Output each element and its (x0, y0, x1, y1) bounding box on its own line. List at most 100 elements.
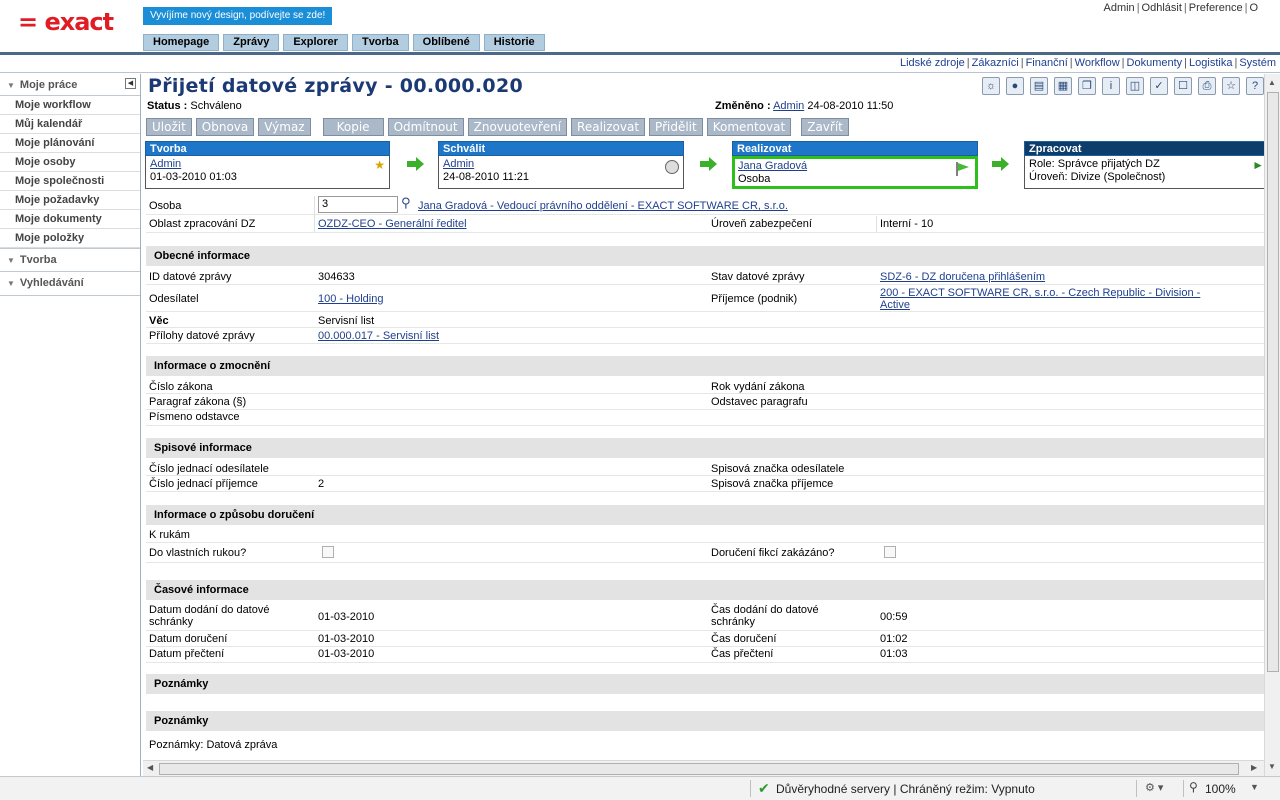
search-icon[interactable]: ⚲ (401, 196, 411, 209)
left-sidebar: ▼ Moje práce ◀ Moje workflow Můj kalendář… (0, 74, 141, 776)
calendar-icon[interactable]: ▦ (1054, 77, 1072, 95)
field-label: Do vlastních rukou? (149, 547, 247, 559)
database-icon[interactable]: ◫ (1126, 77, 1144, 95)
field-value: 01-03-2010 (318, 633, 375, 645)
realize-button[interactable]: Realizovat (571, 118, 646, 136)
module-lidske-zdroje[interactable]: Lidské zdroje (900, 57, 965, 69)
close-button[interactable]: Zavřít (801, 118, 849, 136)
status-value: Schváleno (190, 100, 242, 112)
field-label: Spisová značka odesílatele (711, 463, 845, 475)
osoba-link[interactable]: Jana Gradová - Vedoucí právního oddělení… (418, 200, 788, 212)
module-system[interactable]: Systém (1239, 57, 1276, 69)
workflow-step-title: Schválit (438, 141, 684, 156)
module-logistika[interactable]: Logistika (1189, 57, 1232, 69)
workflow-step-user-link[interactable]: Admin (150, 158, 385, 171)
scroll-down-icon[interactable]: ▼ (1268, 762, 1276, 771)
print-icon[interactable]: ⎙ (1198, 77, 1216, 95)
workflow-step-body: Admin 01-03-2010 01:03 ★ (145, 156, 390, 189)
changed-user-link[interactable]: Admin (773, 100, 804, 112)
document-icon[interactable]: ▤ (1030, 77, 1048, 95)
new-design-banner[interactable]: Vyvíjíme nový design, podívejte se zde! (143, 7, 333, 25)
fikce-checkbox[interactable] (884, 546, 896, 558)
delete-button[interactable]: Výmaz (258, 118, 311, 136)
label-line-1: Čas dodání do datové (711, 604, 819, 616)
excel-export-icon[interactable]: ✓ (1150, 77, 1168, 95)
scroll-right-icon[interactable]: ▶ (1251, 763, 1257, 772)
sidebar-item-moje-workflow[interactable]: Moje workflow (0, 96, 140, 115)
module-financni[interactable]: Finanční (1026, 57, 1068, 69)
tip-bulb-icon[interactable]: ☼ (982, 77, 1000, 95)
prijemce-link[interactable]: 200 - EXACT SOFTWARE CR, s.r.o. - Czech … (880, 287, 1200, 311)
trusted-sites-text[interactable]: Důvěryhodné servery | Chráněný režim: Vy… (776, 782, 1035, 796)
assign-button[interactable]: Přidělit (649, 118, 703, 136)
favorite-star-icon[interactable]: ☆ (1222, 77, 1240, 95)
field-label: ID datové zprávy (149, 271, 232, 283)
person-search-icon[interactable]: ● (1006, 77, 1024, 95)
nav-explorer[interactable]: Explorer (283, 34, 348, 51)
sidebar-item-moje-spolecnosti[interactable]: Moje společnosti (0, 172, 140, 191)
sidebar-item-moje-polozky[interactable]: Moje položky (0, 229, 140, 248)
collapse-sidebar-icon[interactable]: ◀ (125, 78, 136, 89)
sidebar-item-moje-planovani[interactable]: Moje plánování (0, 134, 140, 153)
help-icon[interactable]: ? (1246, 77, 1264, 95)
nav-historie[interactable]: Historie (483, 34, 545, 51)
preferences-link[interactable]: Preference (1189, 2, 1243, 14)
odesilatel-link[interactable]: 100 - Holding (318, 293, 383, 305)
nav-zpravy[interactable]: Zprávy (223, 34, 280, 51)
horizontal-scrollbar[interactable]: ◀ ▶ (143, 760, 1264, 776)
osoba-input[interactable]: 3 (318, 196, 398, 213)
module-dokumenty[interactable]: Dokumenty (1127, 57, 1183, 69)
field-label: Příjemce (podnik) (711, 293, 798, 305)
refresh-button[interactable]: Obnova (195, 118, 255, 136)
sidebar-section-moje-prace[interactable]: ▼ Moje práce ◀ (0, 74, 140, 96)
sidebar-item-moje-pozadavky[interactable]: Moje požadavky (0, 191, 140, 210)
module-workflow[interactable]: Workflow (1075, 57, 1120, 69)
about-link[interactable]: O (1249, 2, 1258, 14)
save-button[interactable]: Uložit (146, 118, 192, 136)
admin-link[interactable]: Admin (1104, 2, 1135, 14)
stav-link[interactable]: SDZ-6 - DZ doručena přihlášením (880, 271, 1045, 283)
security-settings-icon[interactable]: ⚙ ▾ (1145, 781, 1163, 794)
field-label: Odstavec paragrafu (711, 396, 808, 408)
nav-tvorba[interactable]: Tvorba (351, 34, 409, 51)
new-window-icon[interactable]: ☐ (1174, 77, 1192, 95)
info-icon[interactable]: i (1102, 77, 1120, 95)
logout-link[interactable]: Odhlásit (1142, 2, 1182, 14)
reopen-button[interactable]: Znovuotevření (467, 118, 568, 136)
workflow-step-realizovat: Realizovat Jana Gradová Osoba (732, 141, 978, 191)
vlastni-rukou-checkbox[interactable] (322, 546, 334, 558)
scrollbar-thumb[interactable] (1267, 92, 1279, 672)
browser-status-bar: ✔ Důvěryhodné servery | Chráněný režim: … (0, 776, 1280, 800)
sidebar-item-moje-dokumenty[interactable]: Moje dokumenty (0, 210, 140, 229)
sidebar-item-moje-osoby[interactable]: Moje osoby (0, 153, 140, 172)
form-row-datum-doruceni: Datum doručení 01-03-2010 Čas doručení 0… (146, 632, 1264, 647)
form-row-paragraf: Paragraf zákona (§) Odstavec paragrafu (146, 395, 1264, 410)
reject-button[interactable]: Odmítnout (387, 118, 464, 136)
workflow-step-zpracovat: Zpracovat Role: Správce přijatých DZ Úro… (1024, 141, 1264, 191)
prilohy-link[interactable]: 00.000.017 - Servisní list (318, 330, 439, 342)
zoom-dropdown-icon[interactable]: ▼ (1250, 782, 1259, 792)
zoom-level[interactable]: 100% (1205, 782, 1236, 796)
field-label: Úroveň zabezpečení (711, 218, 812, 230)
field-value: 01-03-2010 (318, 648, 375, 660)
sidebar-section-vyhledavani[interactable]: ▼ Vyhledávání (0, 272, 140, 296)
module-zakaznici[interactable]: Zákazníci (972, 57, 1019, 69)
workflow-step-user-link[interactable]: Admin (443, 158, 679, 171)
copy-icon[interactable]: ❐ (1078, 77, 1096, 95)
sidebar-section-tvorba[interactable]: ▼ Tvorba (0, 248, 140, 272)
exact-logo[interactable]: = exact (18, 8, 114, 36)
scroll-up-icon[interactable]: ▲ (1268, 78, 1276, 87)
scroll-left-icon[interactable]: ◀ (147, 763, 153, 772)
nav-oblibene[interactable]: Oblíbené (412, 34, 480, 51)
nav-homepage[interactable]: Homepage (143, 34, 220, 51)
vertical-scrollbar[interactable]: ▲ ▼ (1264, 74, 1280, 776)
scrollbar-thumb[interactable] (159, 763, 1239, 775)
oblast-link[interactable]: OZDZ-CEO - Generální ředitel (318, 218, 467, 230)
field-value: Interní - 10 (880, 218, 934, 230)
sidebar-item-muj-kalendar[interactable]: Můj kalendář (0, 115, 140, 134)
separator: | (1184, 57, 1188, 69)
copy-button[interactable]: Kopie (322, 118, 384, 136)
workflow-step-user-link[interactable]: Jana Gradová (738, 160, 972, 173)
comment-button[interactable]: Komentovat (706, 118, 792, 136)
field-value: 01-03-2010 (318, 611, 375, 623)
